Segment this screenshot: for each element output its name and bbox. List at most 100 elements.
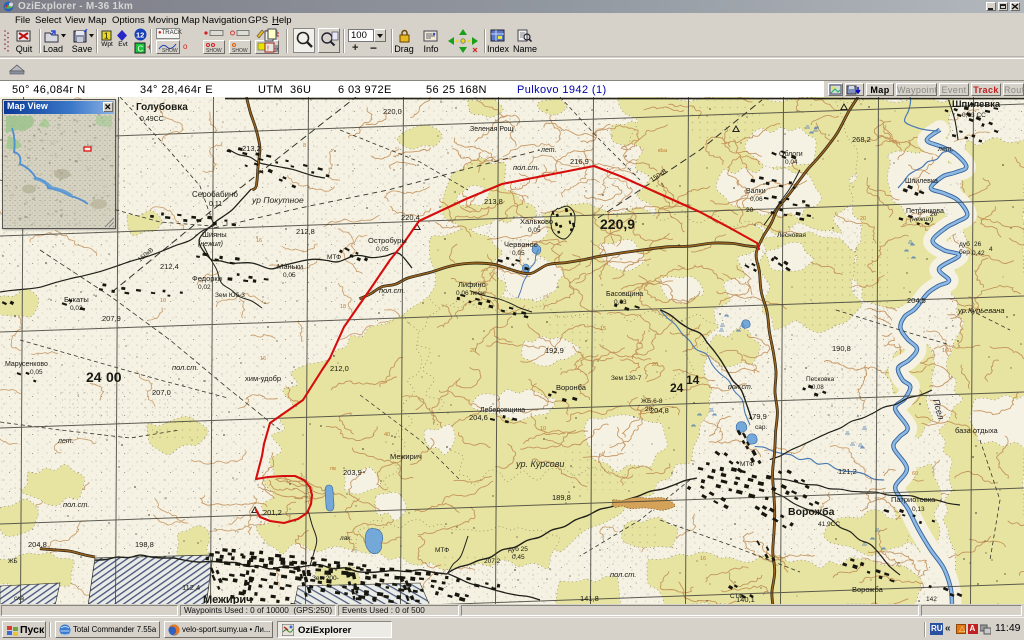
svg-text:сар.: сар. bbox=[755, 424, 767, 431]
svg-text:Зем 200-: Зем 200- bbox=[312, 575, 339, 582]
svg-text:пол.ст.: пол.ст. bbox=[172, 363, 198, 372]
svg-text:220,0: 220,0 bbox=[383, 107, 402, 116]
svg-text:Облоги: Облоги bbox=[779, 150, 803, 158]
svg-text:Межирич: Межирич bbox=[390, 452, 422, 461]
svg-text:Федорки: Федорки bbox=[192, 274, 222, 283]
svg-text:0,11: 0,11 bbox=[209, 201, 222, 208]
svg-text:Воронба: Воронба bbox=[556, 383, 587, 392]
svg-text:Лифино: Лифино bbox=[458, 280, 486, 289]
svg-text:112,4: 112,4 bbox=[182, 583, 200, 592]
svg-text:0,05: 0,05 bbox=[528, 227, 541, 234]
svg-text:201,2: 201,2 bbox=[263, 508, 282, 517]
svg-text:207,0: 207,0 bbox=[152, 388, 171, 397]
svg-text:МТФ: МТФ bbox=[327, 254, 341, 261]
svg-text:Остробуры: Остробуры bbox=[368, 236, 407, 245]
svg-text:бер: бер bbox=[959, 248, 970, 256]
svg-text:142: 142 bbox=[926, 596, 937, 603]
svg-text:0,05: 0,05 bbox=[30, 369, 43, 376]
svg-text:20: 20 bbox=[860, 216, 866, 222]
svg-text:203,9: 203,9 bbox=[343, 468, 362, 477]
svg-text:Зем Юб-3: Зем Юб-3 bbox=[215, 291, 245, 299]
svg-text:213,2: 213,2 bbox=[242, 144, 261, 153]
svg-text:Валки: Валки bbox=[746, 188, 766, 195]
svg-text:189,8: 189,8 bbox=[552, 493, 571, 502]
svg-text:МТФ: МТФ bbox=[740, 461, 754, 468]
svg-text:20: 20 bbox=[652, 362, 658, 368]
svg-text:16: 16 bbox=[700, 556, 706, 562]
svg-text:14: 14 bbox=[686, 373, 700, 387]
svg-text:Букаты: Букаты bbox=[64, 295, 89, 304]
svg-text:8: 8 bbox=[303, 143, 306, 149]
svg-text:пол.ст.: пол.ст. bbox=[513, 163, 539, 172]
svg-text:Серобабино: Серобабино bbox=[192, 190, 238, 199]
svg-text:0,05: 0,05 bbox=[512, 250, 525, 257]
svg-text:пол.ст.: пол.ст. bbox=[379, 286, 405, 295]
svg-text:хим-удобр: хим-удобр bbox=[245, 374, 281, 383]
svg-text:Зеленая Рощ: Зеленая Рощ bbox=[470, 126, 514, 133]
svg-text:24: 24 bbox=[670, 381, 684, 395]
svg-text:ур Покутное: ур Покутное bbox=[251, 195, 304, 205]
svg-text:Ворожба: Ворожба bbox=[788, 506, 835, 518]
svg-text:160: 160 bbox=[942, 348, 951, 354]
svg-text:4: 4 bbox=[989, 246, 993, 253]
svg-text:кЬа: кЬа bbox=[658, 148, 668, 154]
svg-text:207,9: 207,9 bbox=[102, 314, 121, 323]
svg-text:60: 60 bbox=[912, 471, 918, 477]
svg-text:Голубовка: Голубовка bbox=[136, 101, 188, 113]
svg-text:20: 20 bbox=[645, 406, 653, 413]
svg-text:база отдыха: база отдыха bbox=[955, 426, 999, 435]
svg-text:SHOW: SHOW bbox=[162, 48, 178, 53]
svg-text:Басовщина: Басовщина bbox=[606, 291, 643, 298]
svg-text:(нежил): (нежил) bbox=[910, 216, 933, 223]
svg-text:лет.: лет. bbox=[540, 147, 557, 154]
svg-text:24: 24 bbox=[86, 369, 102, 385]
svg-text:C: C bbox=[138, 45, 144, 54]
svg-text:Песковка: Песковка bbox=[806, 376, 835, 383]
svg-text:0,05: 0,05 bbox=[283, 272, 296, 279]
svg-text:16: 16 bbox=[260, 356, 266, 362]
svg-text:0,03: 0,03 bbox=[614, 299, 627, 306]
svg-text:204,6: 204,6 bbox=[469, 413, 488, 422]
svg-text:212,0: 212,0 bbox=[330, 364, 349, 373]
svg-text:ска: ска bbox=[14, 595, 24, 602]
svg-text:ЖБ 6-8: ЖБ 6-8 bbox=[641, 398, 663, 405]
svg-text:220,9: 220,9 bbox=[600, 216, 635, 232]
svg-text:179,9: 179,9 bbox=[748, 412, 767, 421]
svg-text:лак.: лак. bbox=[339, 535, 352, 542]
svg-text:Патриотовка: Патриотовка bbox=[891, 495, 936, 504]
svg-text:Межирич: Межирич bbox=[203, 594, 253, 604]
svg-text:212,8: 212,8 bbox=[296, 227, 315, 236]
svg-text:Марусенково: Марусенково bbox=[5, 361, 48, 368]
svg-text:00: 00 bbox=[106, 369, 122, 385]
svg-text:1: 1 bbox=[104, 32, 109, 41]
svg-text:141,8: 141,8 bbox=[580, 594, 599, 603]
svg-text:0,63 СС: 0,63 СС bbox=[962, 112, 986, 119]
svg-text:0,08: 0,08 bbox=[812, 385, 824, 391]
svg-text:204,5: 204,5 bbox=[907, 296, 926, 305]
svg-text:МТФ: МТФ bbox=[435, 547, 449, 554]
svg-text:207,2: 207,2 bbox=[484, 558, 501, 565]
svg-text:дуб: дуб bbox=[959, 240, 970, 248]
svg-text:16: 16 bbox=[256, 238, 262, 244]
svg-text:0,04: 0,04 bbox=[785, 159, 798, 166]
svg-text:0,06 лесн: 0,06 лесн bbox=[456, 290, 485, 297]
svg-text:190,8: 190,8 bbox=[832, 344, 851, 353]
svg-text:Хальково: Хальково bbox=[520, 217, 553, 226]
svg-text:пол.ст.: пол.ст. bbox=[728, 384, 753, 391]
svg-text:0,06: 0,06 bbox=[750, 196, 763, 203]
svg-text:213,8: 213,8 bbox=[484, 197, 503, 206]
svg-text:220,4: 220,4 bbox=[401, 213, 420, 222]
svg-text:Шияны: Шияны bbox=[202, 230, 227, 239]
svg-text:198,8: 198,8 bbox=[135, 540, 154, 549]
svg-text:40: 40 bbox=[384, 432, 390, 438]
svg-text:Маньки: Маньки bbox=[277, 262, 303, 271]
svg-text:20: 20 bbox=[470, 348, 476, 354]
svg-text:лет.: лет. bbox=[57, 438, 74, 445]
svg-text:0,42: 0,42 bbox=[972, 250, 985, 257]
svg-text:204,8: 204,8 bbox=[28, 540, 47, 549]
svg-text:20: 20 bbox=[746, 207, 754, 214]
svg-text:41,9СС: 41,9СС bbox=[818, 521, 840, 528]
svg-text:Шпилевка: Шпилевка bbox=[952, 99, 1001, 110]
svg-text:0,02: 0,02 bbox=[70, 305, 83, 312]
svg-text:212,4: 212,4 bbox=[160, 262, 179, 271]
